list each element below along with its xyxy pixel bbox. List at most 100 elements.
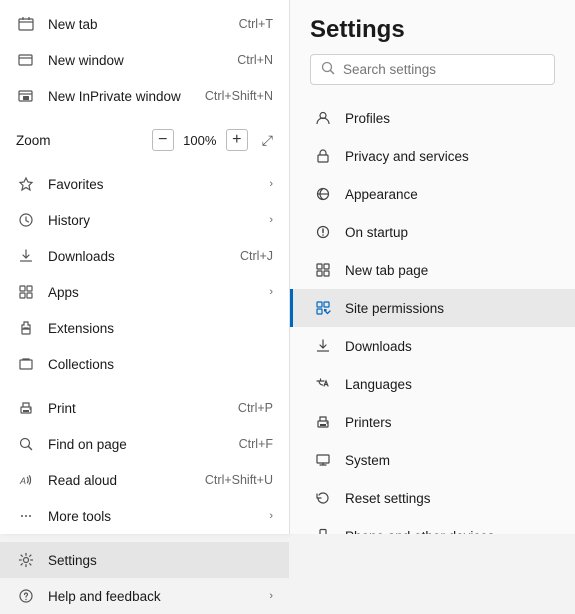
sitepermissions-icon — [313, 298, 333, 318]
appearance-label: Appearance — [345, 187, 418, 202]
nav-item-privacy[interactable]: Privacy and services — [290, 137, 575, 175]
nav-item-downloads[interactable]: Downloads — [290, 327, 575, 365]
zoom-value: 100% — [182, 133, 218, 148]
menu-item-more-tools[interactable]: More tools › — [0, 498, 289, 534]
apps-chevron: › — [269, 286, 273, 298]
printers-icon — [313, 412, 333, 432]
new-tab-label: New tab — [48, 17, 239, 32]
more-tools-chevron: › — [269, 510, 273, 522]
zoom-decrease-button[interactable]: − — [152, 129, 174, 151]
inprivate-icon — [16, 86, 36, 106]
help-icon — [16, 586, 36, 606]
print-label: Print — [48, 401, 238, 416]
read-aloud-icon: A — [16, 470, 36, 490]
startup-label: On startup — [345, 225, 408, 240]
nav-item-printers[interactable]: Printers — [290, 403, 575, 441]
nav-item-sitepermissions[interactable]: Site permissions — [290, 289, 575, 327]
reset-label: Reset settings — [345, 491, 431, 506]
new-window-shortcut: Ctrl+N — [237, 53, 273, 67]
reset-icon — [313, 488, 333, 508]
extensions-icon — [16, 318, 36, 338]
nav-item-system[interactable]: System — [290, 441, 575, 479]
new-window-label: New window — [48, 53, 237, 68]
favorites-chevron: › — [269, 178, 273, 190]
help-chevron: › — [269, 590, 273, 602]
apps-label: Apps — [48, 285, 269, 300]
new-window-icon — [16, 50, 36, 70]
languages-label: Languages — [345, 377, 412, 392]
menu-item-new-window[interactable]: New window Ctrl+N — [0, 42, 289, 78]
startup-icon — [313, 222, 333, 242]
new-tab-shortcut: Ctrl+T — [239, 17, 273, 31]
new-tab-icon — [16, 14, 36, 34]
history-chevron: › — [269, 214, 273, 226]
collections-icon — [16, 354, 36, 374]
collections-label: Collections — [48, 357, 273, 372]
nav-item-newtab[interactable]: New tab page — [290, 251, 575, 289]
menu-item-history[interactable]: History › — [0, 202, 289, 238]
downloads-nav-icon — [313, 336, 333, 356]
menu-item-downloads[interactable]: Downloads Ctrl+J — [0, 238, 289, 274]
find-label: Find on page — [48, 437, 239, 452]
menu-item-collections[interactable]: Collections — [0, 346, 289, 382]
history-label: History — [48, 213, 269, 228]
system-label: System — [345, 453, 390, 468]
settings-panel: Settings Profiles Privacy and services — [290, 0, 575, 534]
help-label: Help and feedback — [48, 589, 269, 604]
nav-item-reset[interactable]: Reset settings — [290, 479, 575, 517]
history-icon — [16, 210, 36, 230]
appearance-icon — [313, 184, 333, 204]
nav-item-appearance[interactable]: Appearance — [290, 175, 575, 213]
menu-item-settings[interactable]: Settings — [0, 542, 289, 578]
privacy-icon — [313, 146, 333, 166]
menu-item-new-tab[interactable]: New tab Ctrl+T — [0, 6, 289, 42]
zoom-label: Zoom — [16, 133, 152, 148]
menu-item-read-aloud[interactable]: A Read aloud Ctrl+Shift+U — [0, 462, 289, 498]
print-shortcut: Ctrl+P — [238, 401, 273, 415]
inprivate-shortcut: Ctrl+Shift+N — [205, 89, 273, 103]
languages-icon — [313, 374, 333, 394]
settings-title: Settings — [290, 0, 575, 54]
settings-label: Settings — [48, 553, 273, 568]
search-box[interactable] — [310, 54, 555, 85]
downloads-label: Downloads — [48, 249, 240, 264]
phone-label: Phone and other devices — [345, 529, 494, 535]
sitepermissions-label: Site permissions — [345, 301, 444, 316]
privacy-label: Privacy and services — [345, 149, 469, 164]
search-input[interactable] — [343, 62, 544, 77]
context-menu: New tab Ctrl+T New window Ctrl+N New InP… — [0, 0, 290, 534]
zoom-controls: − 100% + ⤢ — [152, 129, 273, 151]
menu-item-print[interactable]: Print Ctrl+P — [0, 390, 289, 426]
find-icon — [16, 434, 36, 454]
more-tools-icon — [16, 506, 36, 526]
menu-item-find[interactable]: Find on page Ctrl+F — [0, 426, 289, 462]
nav-item-startup[interactable]: On startup — [290, 213, 575, 251]
profiles-icon — [313, 108, 333, 128]
zoom-expand-icon[interactable]: ⤢ — [262, 132, 273, 149]
inprivate-label: New InPrivate window — [48, 89, 205, 104]
extensions-label: Extensions — [48, 321, 273, 336]
newtab-icon — [313, 260, 333, 280]
read-aloud-label: Read aloud — [48, 473, 205, 488]
favorites-icon — [16, 174, 36, 194]
downloads-shortcut: Ctrl+J — [240, 249, 273, 263]
downloads-icon — [16, 246, 36, 266]
settings-nav: Profiles Privacy and services Appearance… — [290, 95, 575, 534]
svg-text:A: A — [19, 476, 26, 486]
menu-item-apps[interactable]: Apps › — [0, 274, 289, 310]
menu-item-help[interactable]: Help and feedback › — [0, 578, 289, 614]
menu-item-extensions[interactable]: Extensions — [0, 310, 289, 346]
print-icon — [16, 398, 36, 418]
search-icon — [321, 61, 335, 78]
nav-item-phone[interactable]: Phone and other devices — [290, 517, 575, 534]
menu-item-inprivate[interactable]: New InPrivate window Ctrl+Shift+N — [0, 78, 289, 114]
zoom-increase-button[interactable]: + — [226, 129, 248, 151]
nav-item-profiles[interactable]: Profiles — [290, 99, 575, 137]
nav-item-languages[interactable]: Languages — [290, 365, 575, 403]
zoom-row: Zoom − 100% + ⤢ — [0, 122, 289, 158]
menu-item-favorites[interactable]: Favorites › — [0, 166, 289, 202]
downloads-nav-label: Downloads — [345, 339, 412, 354]
printers-label: Printers — [345, 415, 392, 430]
more-tools-label: More tools — [48, 509, 269, 524]
find-shortcut: Ctrl+F — [239, 437, 273, 451]
